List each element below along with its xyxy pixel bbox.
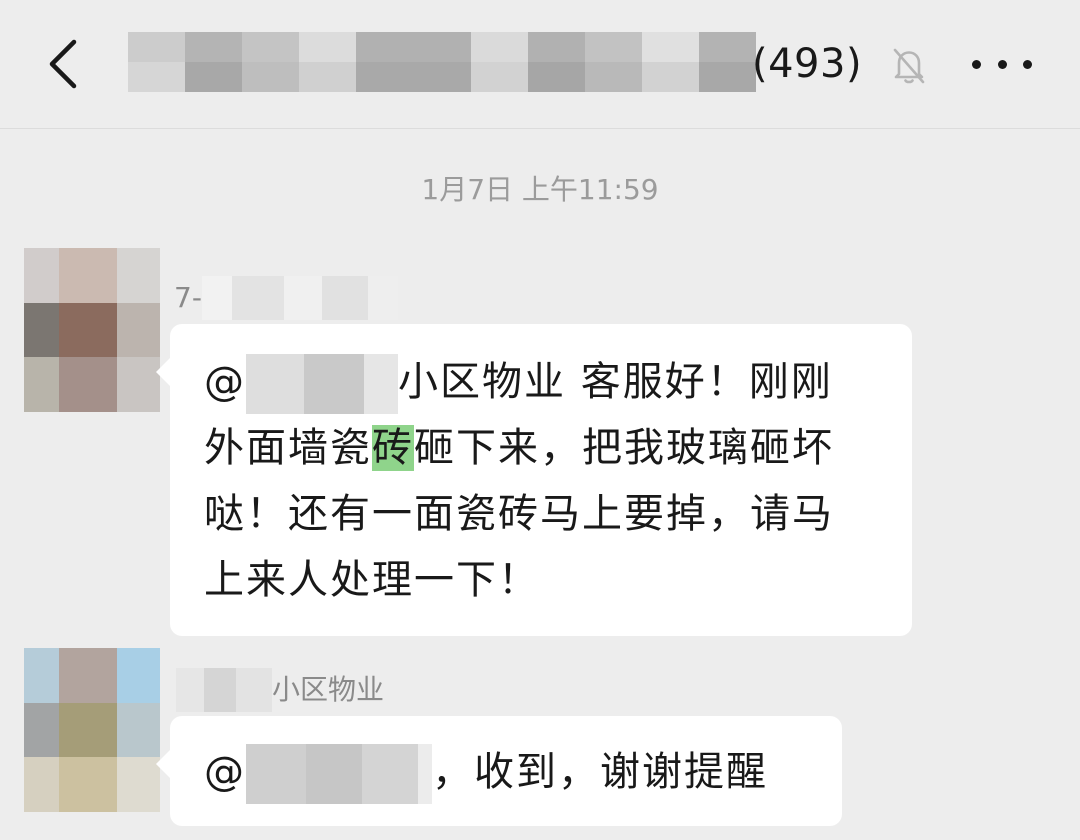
message-line: @ 小区物业 客服好！刚刚 <box>204 350 833 414</box>
chevron-left-icon <box>49 39 77 89</box>
message-timestamp: 1月7日 上午11:59 <box>421 173 659 206</box>
mention-symbol: @ <box>204 359 246 405</box>
message-line: @ ，收到，谢谢提醒 <box>204 740 768 804</box>
bell-slash-icon <box>893 48 925 84</box>
ellipsis-icon <box>972 59 981 69</box>
message-line: 外面墙瓷砖砸下来，把我玻璃砸坏 <box>204 425 834 471</box>
mention-symbol: @ <box>204 749 246 795</box>
highlighted-text: 砖 <box>372 425 414 471</box>
mention-name-redacted <box>246 744 432 804</box>
sender-name: 小区物业 <box>176 668 384 712</box>
message-bubble[interactable]: @ ，收到，谢谢提醒 <box>156 716 842 826</box>
message-line: 上来人处理一下！ <box>204 557 540 603</box>
chat-header: (493) <box>0 0 1080 129</box>
mention-name-redacted <box>246 354 398 414</box>
sender-name: 7- <box>174 276 398 320</box>
back-button[interactable] <box>38 36 88 92</box>
sender-name-redacted <box>176 668 272 712</box>
more-options-button[interactable] <box>972 44 1032 84</box>
message-line: 哒！还有一面瓷砖马上要掉，请马 <box>204 491 834 537</box>
message-bubble[interactable]: @ 小区物业 客服好！刚刚 外面墙瓷砖砸下来，把我玻璃砸坏 哒！还有一面瓷砖马上要… <box>156 324 912 636</box>
avatar[interactable] <box>24 248 160 412</box>
sender-name-redacted <box>201 276 398 320</box>
group-name-redacted <box>128 32 756 92</box>
avatar[interactable] <box>24 648 160 812</box>
member-count: (493) <box>752 41 863 87</box>
